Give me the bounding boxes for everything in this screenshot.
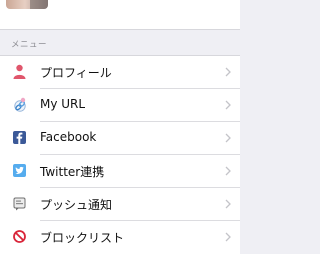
menu-item-label: Facebook [40,130,97,144]
section-header: メニュー [11,40,48,50]
link-icon [14,97,26,112]
menu-item-my-url[interactable]: My URL [0,89,240,122]
chevron-right-icon [225,232,231,242]
person-icon [13,64,26,79]
chevron-right-icon [225,67,231,77]
menu-item-push-notification[interactable]: プッシュ通知 [0,188,240,221]
push-notification-icon [13,197,26,211]
menu-item-label: プッシュ通知 [40,198,113,212]
menu-item-label: Twitter連携 [40,165,105,179]
menu-item-label: プロフィール [40,66,112,80]
chevron-right-icon [225,199,231,209]
chevron-right-icon [225,166,231,176]
menu-item-profile[interactable]: プロフィール [0,56,240,89]
menu-item-block-list[interactable]: ブロックリスト [0,221,240,254]
block-icon [13,230,26,243]
menu-item-label: ブロックリスト [40,231,125,245]
chevron-right-icon [225,100,231,110]
avatar-shade [30,0,48,9]
chevron-right-icon [225,133,231,143]
twitter-icon [13,164,26,177]
menu-item-label: My URL [40,97,86,111]
facebook-icon [13,131,26,144]
menu-list: プロフィール My URL Facebook Twitter連携 プッシュ通知 … [0,55,240,254]
avatar[interactable] [6,0,48,9]
menu-item-facebook[interactable]: Facebook [0,122,240,155]
profile-header [0,0,240,30]
menu-item-twitter[interactable]: Twitter連携 [0,155,240,188]
